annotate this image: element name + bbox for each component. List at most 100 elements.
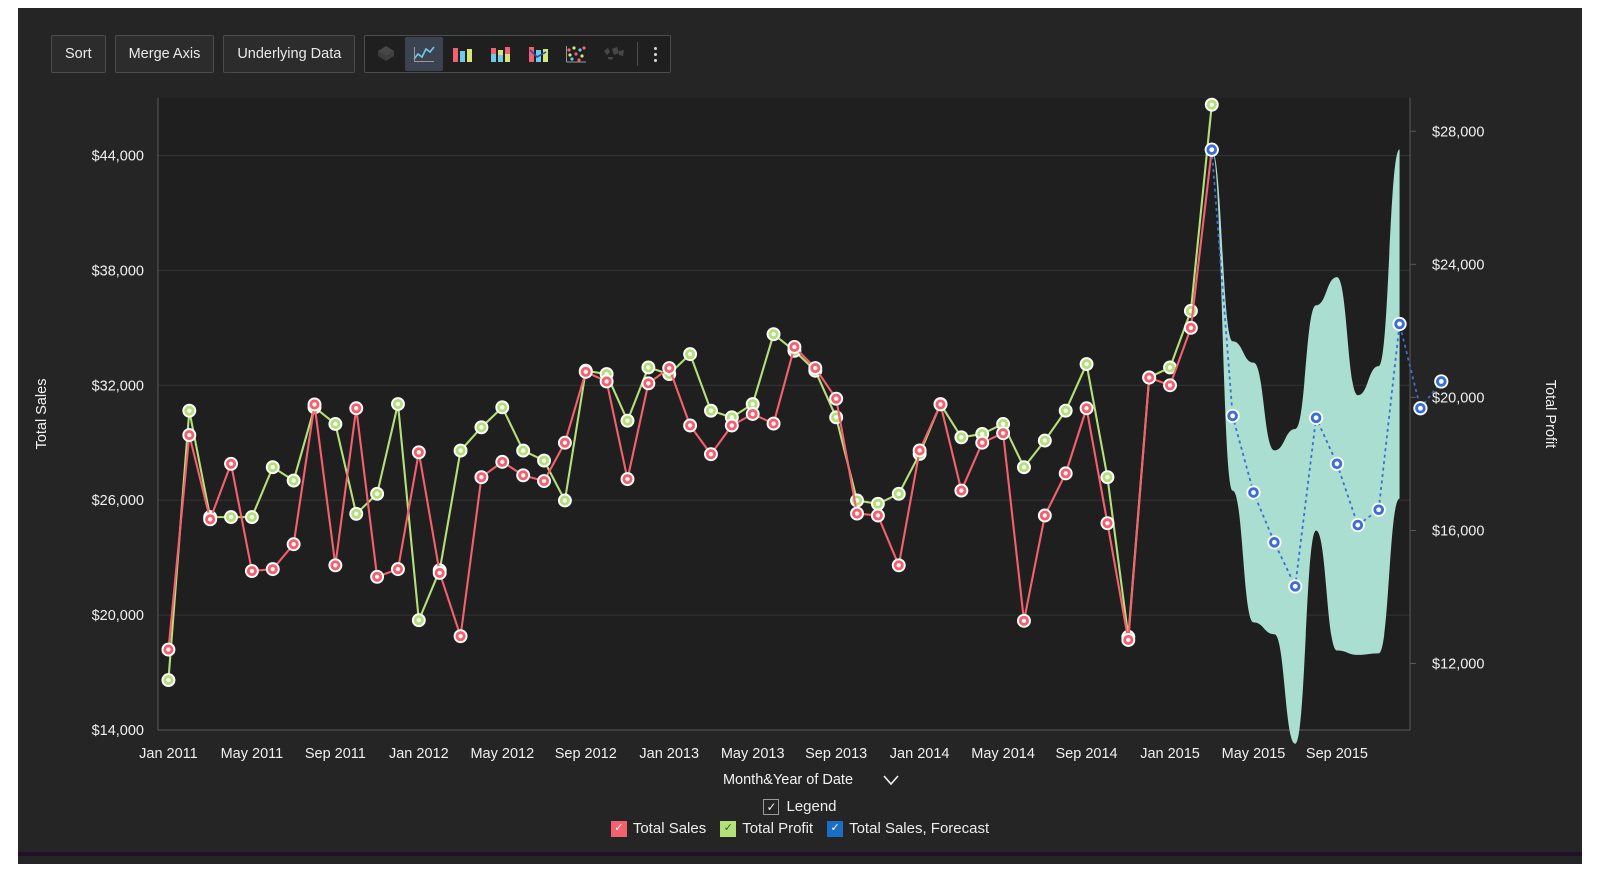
- bar-chart-icon[interactable]: [443, 37, 481, 71]
- y-axis-left-tick: $14,000: [92, 723, 144, 739]
- total-sales-marker-core: [646, 381, 651, 386]
- legend-checkbox-total-sales[interactable]: ✓: [610, 820, 627, 837]
- x-axis-tick: Jan 2012: [389, 746, 449, 762]
- total-profit-marker-core: [541, 458, 547, 463]
- total-sales-marker-core: [333, 563, 338, 568]
- total-profit-marker-core: [187, 408, 192, 413]
- line-chart-glyph: [413, 46, 435, 62]
- total-profit-marker-core: [687, 351, 693, 357]
- x-axis-title[interactable]: Month&Year of Date: [723, 772, 853, 788]
- total-sales-marker-core: [980, 440, 985, 445]
- total-sales-marker-core: [792, 344, 797, 350]
- legend-item-total-sales-forecast[interactable]: ✓ Total Sales, Forecast: [827, 820, 989, 837]
- total-sales-marker-core: [479, 475, 484, 480]
- toolbar-divider: [637, 42, 639, 66]
- pie-chart-icon[interactable]: [367, 37, 405, 71]
- total-sales-marker-core: [374, 574, 380, 579]
- total-sales-marker-core: [1042, 513, 1048, 518]
- combo-chart-icon[interactable]: [519, 37, 557, 71]
- x-axis-tick: May 2013: [721, 746, 785, 762]
- legend-header[interactable]: ✓ Legend: [763, 798, 837, 815]
- chart-area: $14,000 $20,000 $26,000 $32,000 $38,000 $44,0…: [18, 80, 1582, 800]
- total-sales-marker-core: [207, 517, 213, 522]
- total-sales-marker-core: [500, 459, 505, 465]
- total-profit-marker-core: [771, 331, 776, 337]
- total-profit-marker-core: [1209, 102, 1214, 107]
- total-profit-marker-core: [1167, 365, 1173, 370]
- total-sales-marker-core: [917, 448, 922, 453]
- total-profit-marker-core: [416, 618, 422, 623]
- total-sales-marker-core: [875, 513, 881, 518]
- combo-chart-glyph: [529, 47, 549, 62]
- plot-background: [158, 98, 1410, 730]
- total-sales-marker-core: [562, 440, 568, 445]
- legend-item-total-sales[interactable]: ✓ Total Sales: [610, 820, 706, 837]
- merge-axis-button[interactable]: Merge Axis: [114, 35, 215, 73]
- total-sales-marker-core: [833, 396, 839, 401]
- y-axis-left-tick: $44,000: [92, 148, 144, 164]
- total-sales-marker-core: [1084, 406, 1089, 411]
- total-profit-marker-core: [896, 491, 901, 497]
- total-sales-marker-core: [541, 478, 547, 484]
- total-profit-marker-core: [1042, 438, 1048, 443]
- total-sales-marker-core: [708, 452, 714, 457]
- total-sales-marker-core: [667, 365, 672, 371]
- total-profit-marker-core: [228, 514, 234, 520]
- total-profit-marker-core: [1063, 408, 1068, 413]
- map-chart-icon[interactable]: [595, 37, 633, 71]
- total-sales-marker-core: [625, 476, 630, 482]
- x-axis-tick: Sep 2013: [805, 746, 867, 762]
- total-sales-marker-core: [1126, 637, 1131, 643]
- total-profit-marker-core: [833, 415, 839, 420]
- total-profit-marker-core: [1084, 361, 1089, 367]
- total-sales-forecast-marker-dot: [1355, 522, 1361, 528]
- underlying-data-button[interactable]: Underlying Data: [223, 35, 356, 73]
- legend-items: ✓ Total Sales ✓ Total Profit ✓ Total Sal…: [610, 820, 989, 837]
- total-sales-forecast-marker-dot: [1230, 413, 1236, 419]
- total-sales-marker-core: [520, 473, 526, 478]
- total-profit-marker-core: [458, 448, 463, 453]
- total-sales-marker-core: [458, 633, 463, 639]
- total-profit-marker-core: [646, 365, 651, 370]
- y-axis-left-tick: $32,000: [92, 378, 144, 394]
- total-profit-marker-core: [980, 431, 985, 437]
- total-sales-forecast-marker-dot: [1438, 379, 1444, 384]
- total-sales-marker-core: [249, 568, 255, 574]
- y-axis-right-tick: $20,000: [1432, 390, 1484, 406]
- total-profit-marker-core: [249, 514, 255, 520]
- stacked-bar-chart-icon[interactable]: [481, 37, 519, 71]
- line-chart-icon[interactable]: [405, 37, 444, 71]
- total-profit-marker-core: [875, 501, 881, 507]
- sort-button[interactable]: Sort: [51, 35, 106, 73]
- total-profit-marker-core: [562, 498, 568, 503]
- legend-checkbox-total-sales-forecast[interactable]: ✓: [827, 820, 844, 837]
- total-sales-forecast-marker-dot: [1292, 583, 1298, 589]
- total-sales-marker-core: [1063, 471, 1068, 476]
- total-sales-marker-core: [1188, 325, 1194, 331]
- total-sales-marker-core: [291, 542, 296, 547]
- total-sales-marker-core: [1021, 618, 1027, 624]
- total-sales-marker-core: [1146, 375, 1152, 380]
- y-axis-right-tick: $16,000: [1432, 523, 1484, 539]
- chevron-down-icon[interactable]: [883, 775, 899, 786]
- x-axis-tick: May 2014: [971, 746, 1035, 762]
- total-sales-marker-core: [187, 432, 192, 438]
- legend-item-total-profit[interactable]: ✓ Total Profit: [720, 820, 813, 837]
- scatter-plot-icon[interactable]: [557, 37, 595, 71]
- total-sales-marker-core: [1000, 430, 1006, 436]
- total-sales-forecast-marker-dot: [1271, 539, 1277, 545]
- total-profit-marker-core: [1105, 475, 1110, 480]
- total-profit-marker-core: [708, 408, 714, 413]
- total-profit-marker-core: [166, 677, 171, 683]
- total-sales-forecast-marker-dot: [1209, 147, 1215, 153]
- y-axis-left-tick: $26,000: [92, 493, 144, 509]
- total-sales-marker-core: [1167, 383, 1173, 388]
- total-sales-forecast-marker-dot: [1418, 405, 1423, 411]
- x-axis-tick: Sep 2015: [1306, 746, 1368, 762]
- legend-toggle-checkbox[interactable]: ✓: [763, 798, 780, 815]
- total-profit-marker-core: [374, 491, 380, 497]
- y-axis-right-tick: $24,000: [1432, 257, 1484, 273]
- more-options-icon[interactable]: [642, 37, 668, 71]
- total-sales-marker-core: [395, 566, 401, 572]
- legend-checkbox-total-profit[interactable]: ✓: [720, 820, 737, 837]
